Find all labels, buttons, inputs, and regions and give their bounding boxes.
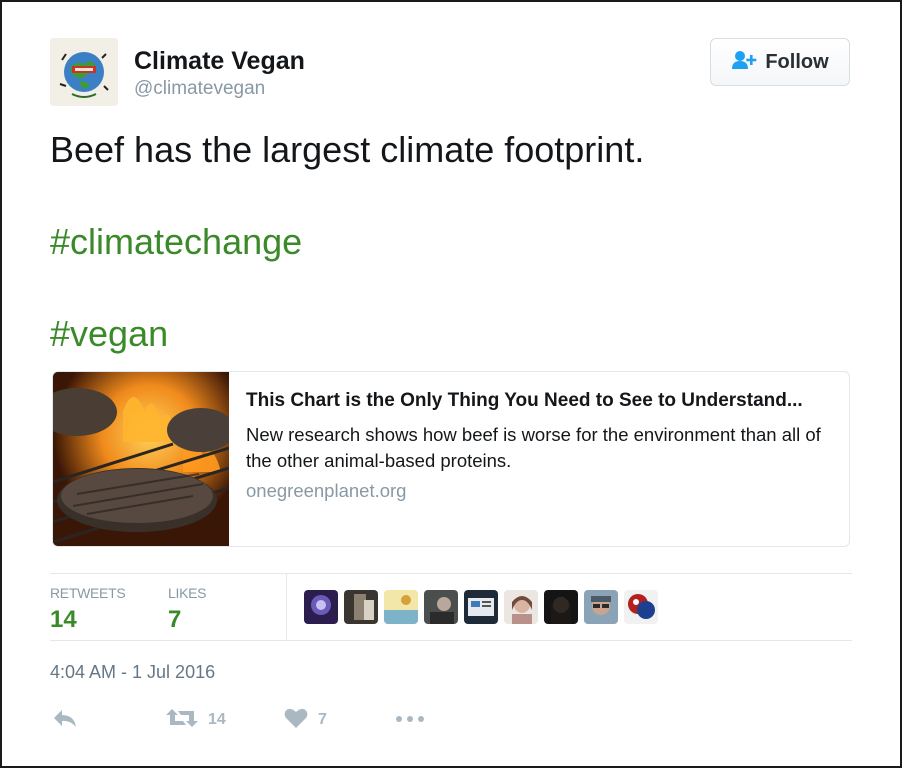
follow-button[interactable]: Follow bbox=[710, 38, 850, 86]
display-name[interactable]: Climate Vegan bbox=[134, 46, 305, 76]
user-handle[interactable]: @climatevegan bbox=[134, 78, 265, 100]
liker-avatar[interactable] bbox=[384, 590, 418, 624]
retweets-count[interactable]: 14 bbox=[50, 606, 77, 634]
divider bbox=[50, 573, 852, 574]
retweet-icon bbox=[166, 707, 198, 734]
like-count: 7 bbox=[318, 711, 327, 728]
tweet-text: Beef has the largest climate footprint. bbox=[50, 129, 645, 170]
profile-avatar[interactable] bbox=[50, 38, 118, 106]
add-user-icon bbox=[731, 50, 757, 75]
liker-avatar[interactable] bbox=[624, 590, 658, 624]
likes-count[interactable]: 7 bbox=[168, 606, 181, 634]
reply-button[interactable] bbox=[52, 706, 78, 734]
stats-separator bbox=[286, 574, 287, 640]
hashtag-climatechange[interactable]: #climatechange bbox=[50, 221, 302, 262]
liker-avatars bbox=[304, 590, 658, 624]
more-dots-icon bbox=[395, 711, 425, 729]
liker-avatar[interactable] bbox=[464, 590, 498, 624]
liker-avatar[interactable] bbox=[304, 590, 338, 624]
card-description: New research shows how beef is worse for… bbox=[246, 424, 821, 471]
liker-avatar[interactable] bbox=[424, 590, 458, 624]
more-button[interactable] bbox=[395, 706, 425, 734]
link-card[interactable]: This Chart is the Only Thing You Need to… bbox=[52, 371, 850, 547]
retweets-label: RETWEETS bbox=[50, 585, 126, 601]
tweet-container: Climate Vegan @climatevegan Follow Beef … bbox=[0, 0, 902, 768]
like-button[interactable]: 7 bbox=[284, 706, 327, 734]
divider bbox=[50, 640, 852, 641]
retweet-count: 14 bbox=[208, 711, 226, 728]
retweet-button[interactable]: 14 bbox=[166, 706, 226, 734]
card-title: This Chart is the Only Thing You Need to… bbox=[246, 390, 803, 411]
heart-icon bbox=[284, 707, 308, 734]
follow-label: Follow bbox=[765, 50, 829, 73]
reply-icon bbox=[52, 707, 78, 734]
hashtag-vegan[interactable]: #vegan bbox=[50, 313, 168, 354]
likes-label: LIKES bbox=[168, 585, 207, 601]
card-domain: onegreenplanet.org bbox=[246, 480, 407, 501]
timestamp[interactable]: 4:04 AM - 1 Jul 2016 bbox=[50, 662, 215, 683]
card-thumbnail-image bbox=[53, 372, 229, 546]
liker-avatar[interactable] bbox=[584, 590, 618, 624]
liker-avatar[interactable] bbox=[504, 590, 538, 624]
liker-avatar[interactable] bbox=[344, 590, 378, 624]
liker-avatar[interactable] bbox=[544, 590, 578, 624]
